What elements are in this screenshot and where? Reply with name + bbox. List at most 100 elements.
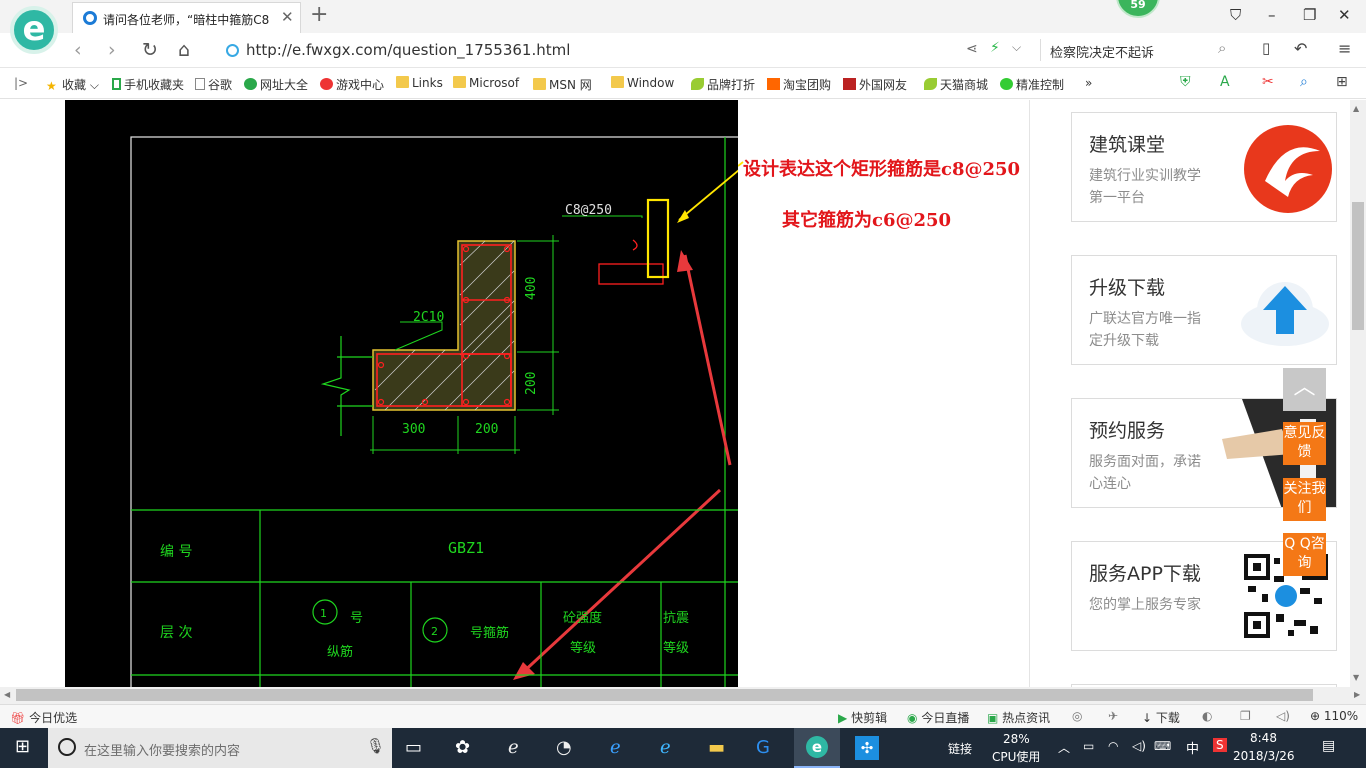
clock-date[interactable]: 2018/3/26	[1233, 749, 1295, 763]
shield-icon[interactable]: ⛨	[1180, 74, 1191, 90]
search-hint[interactable]: 检察院决定不起诉	[1050, 42, 1154, 61]
clock-time[interactable]: 8:48	[1250, 731, 1277, 745]
internet-explorer-icon[interactable]: ℯ	[660, 737, 671, 758]
bookmark-tmall[interactable]: 天猫商城	[924, 76, 988, 93]
card-desc: 您的掌上服务专家	[1089, 597, 1201, 613]
search-icon[interactable]: ⌕	[1218, 39, 1226, 57]
apps-grid-icon[interactable]: ⊞	[1336, 74, 1348, 90]
bookmark-brand-discount[interactable]: 品牌打折	[691, 76, 755, 93]
bookmarks-more[interactable]: »	[1085, 76, 1092, 90]
follow-us-button[interactable]: 关注我们	[1283, 478, 1326, 521]
notification-badge[interactable]: 59	[1116, 0, 1160, 18]
translate-icon[interactable]: A	[1220, 74, 1230, 90]
fan-app-icon[interactable]: ✿	[455, 737, 470, 758]
taskbar-active-browser[interactable]: e	[794, 728, 840, 768]
magnifier-icon[interactable]: ⌕	[1300, 74, 1308, 90]
shirt-skin-icon[interactable]: ⛉	[1230, 6, 1241, 24]
bookmark-foreign-netizens[interactable]: 外国网友	[843, 76, 907, 93]
scissors-icon[interactable]: ✂	[1262, 74, 1274, 90]
zoom-level[interactable]: ⊕ 110%	[1310, 709, 1358, 723]
close-tab-icon[interactable]: ✕	[281, 8, 294, 26]
shell-app-icon[interactable]: ◔	[556, 737, 572, 758]
bookmark-windows[interactable]: Window	[611, 76, 674, 90]
compat-icon[interactable]: ◐	[1202, 709, 1212, 723]
status-bar: 🎁︎ 今日优选 ▶ 快剪辑 ◉ 今日直播 ▣ 热点资讯 ◎ ✈ ↓ 下载 ◐ ❐…	[0, 704, 1366, 728]
sound-icon[interactable]: ◁)	[1276, 709, 1290, 723]
restore-icon[interactable]: ❐	[1303, 6, 1316, 24]
task-view-icon[interactable]: ▭	[405, 737, 422, 758]
ime-indicator[interactable]: 中	[1186, 738, 1199, 757]
column-section-outline	[372, 240, 516, 411]
address-bar[interactable]: http://e.fwxgx.com/question_1755361.html…	[222, 39, 1226, 63]
back-icon[interactable]: ‹	[74, 39, 82, 61]
bookmark-favorites[interactable]: ★ 收藏 ⌵	[46, 76, 99, 93]
bookmark-microsoft[interactable]: Microsof	[453, 76, 519, 90]
status-download[interactable]: ↓ 下载	[1142, 709, 1180, 726]
wall-break-lines	[320, 336, 373, 436]
windows-start-icon[interactable]: ⊞	[15, 736, 30, 757]
annotation-note-2: 其它箍筋为c6@250	[782, 210, 952, 231]
back-to-top-button[interactable]: ︿	[1283, 368, 1326, 411]
scroll-up-icon[interactable]: ▲	[1353, 104, 1359, 113]
battery-icon[interactable]: ▭	[1083, 739, 1094, 753]
glodon-app-icon[interactable]: G	[756, 737, 770, 758]
bookmark-mobile[interactable]: 手机收藏夹	[112, 76, 184, 93]
sidebar-toggle-icon[interactable]: |>	[14, 76, 28, 90]
window-icon[interactable]: ❐	[1240, 709, 1251, 723]
bookmark-precision-control[interactable]: 精准控制	[1000, 76, 1064, 93]
bookmark-links[interactable]: Links	[396, 76, 443, 90]
bookmark-site-directory[interactable]: 网址大全	[244, 76, 308, 93]
vertical-scroll-thumb[interactable]	[1352, 202, 1364, 330]
speed-icon[interactable]: ◎	[1072, 709, 1082, 723]
daily-picks[interactable]: 🎁︎ 今日优选	[10, 709, 77, 726]
horizontal-scrollbar[interactable]: ◀ ▶	[0, 687, 1366, 704]
status-news[interactable]: ▣ 热点资讯	[987, 709, 1050, 726]
card-upgrade-download[interactable]: 升级下载 广联达官方唯一指定升级下载	[1071, 255, 1337, 365]
edge-icon[interactable]: ℯ	[610, 737, 621, 758]
new-tab-button[interactable]: +	[310, 2, 328, 27]
minimize-icon[interactable]: –	[1268, 6, 1276, 24]
tray-link-label[interactable]: 链接	[948, 740, 972, 757]
tray-up-icon[interactable]: ︿	[1058, 739, 1070, 756]
remote-app-icon[interactable]: ✣	[855, 736, 879, 760]
home-icon[interactable]: ⌂	[178, 39, 190, 61]
horizontal-scroll-thumb[interactable]	[16, 689, 1313, 701]
card-desc: 建筑行业实训教学第一平台	[1089, 168, 1201, 206]
scroll-down-icon[interactable]: ▼	[1353, 673, 1359, 682]
qq-consult-button[interactable]: Q Q咨询	[1283, 533, 1326, 576]
wifi-icon[interactable]: ◠	[1108, 739, 1118, 753]
status-quick-clip[interactable]: ▶ 快剪辑	[838, 709, 887, 726]
sogou-ime-icon[interactable]: S	[1213, 738, 1227, 752]
notification-center-icon[interactable]: ▤	[1322, 738, 1335, 754]
chevron-down-icon[interactable]: ⌵	[1012, 40, 1021, 55]
undo-icon[interactable]: ↶	[1294, 39, 1307, 58]
bookmark-taobao[interactable]: 淘宝团购	[767, 76, 831, 93]
menu-icon[interactable]: ≡	[1338, 39, 1351, 58]
status-live[interactable]: ◉ 今日直播	[907, 709, 969, 726]
tab-title: 请问各位老师，“暗柱中箍筋C8	[103, 13, 270, 27]
scroll-right-icon[interactable]: ▶	[1354, 690, 1360, 699]
bookmark-msn[interactable]: MSN 网	[533, 76, 592, 93]
browser-logo-icon[interactable]: e	[10, 6, 58, 54]
pin-icon[interactable]: ✈	[1108, 709, 1118, 723]
vertical-scrollbar[interactable]: ▲ ▼	[1350, 100, 1366, 687]
close-window-icon[interactable]: ✕	[1338, 6, 1351, 24]
keyboard-icon[interactable]: ⌨	[1154, 739, 1171, 753]
forward-icon[interactable]: ›	[108, 39, 116, 61]
taskbar-search-box[interactable]: 在这里输入你要搜索的内容 🎙︎	[48, 728, 392, 768]
refresh-icon[interactable]: ↻	[142, 39, 158, 61]
mobile-icon[interactable]: ▯	[1262, 39, 1270, 57]
bookmark-google[interactable]: 谷歌	[195, 76, 232, 93]
bookmark-game-center[interactable]: 游戏中心	[320, 76, 384, 93]
feedback-button[interactable]: 意见反馈	[1283, 422, 1326, 465]
share-icon[interactable]: ⋖	[966, 41, 978, 57]
lightning-icon[interactable]: ⚡	[990, 40, 1000, 56]
card-building-classroom[interactable]: 建筑课堂 建筑行业实训教学第一平台	[1071, 112, 1337, 222]
microphone-icon[interactable]: 🎙︎	[366, 737, 385, 755]
scroll-left-icon[interactable]: ◀	[4, 690, 10, 699]
tab-active[interactable]: 请问各位老师，“暗柱中箍筋C8 ✕	[72, 2, 301, 33]
file-explorer-icon[interactable]: ▬	[708, 737, 725, 758]
url-text[interactable]: http://e.fwxgx.com/question_1755361.html	[246, 41, 570, 59]
volume-icon[interactable]: ◁)	[1132, 739, 1146, 753]
ie-browser-icon[interactable]: ℯ	[508, 737, 519, 758]
